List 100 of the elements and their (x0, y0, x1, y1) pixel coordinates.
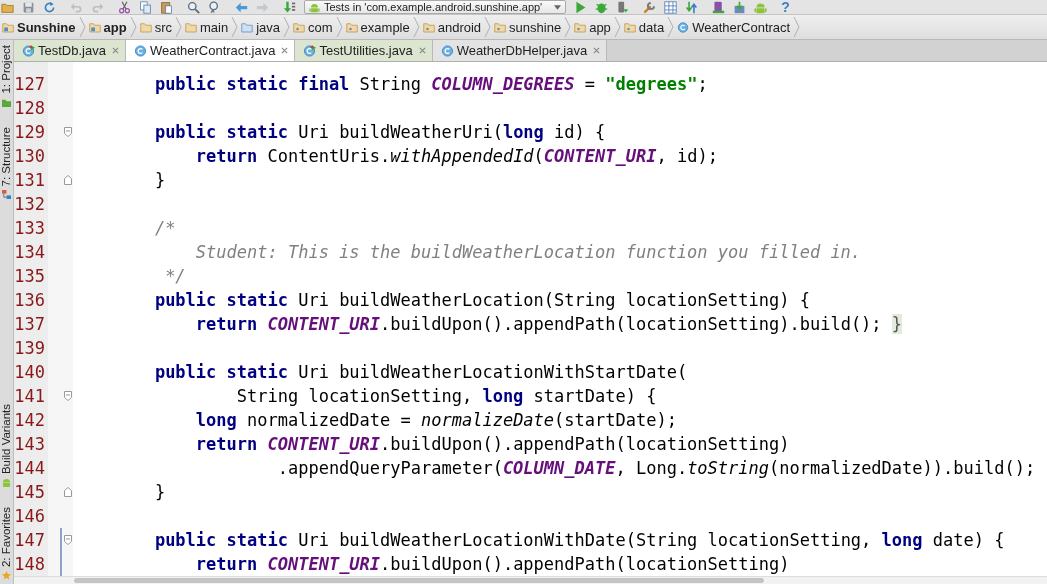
fold-marker-icon[interactable] (64, 391, 72, 401)
package-folder-icon (623, 21, 636, 33)
editor-tab[interactable]: WeatherDbHelper.java (432, 40, 608, 61)
horizontal-scrollbar[interactable] (14, 576, 1047, 584)
editor-tab[interactable]: TestDb.java (14, 40, 126, 61)
class-icon (677, 21, 690, 33)
magnifier-ribbon-icon[interactable] (208, 0, 221, 14)
scissors-icon[interactable] (118, 0, 131, 14)
documents-icon[interactable] (139, 0, 152, 14)
breadcrumb-item[interactable]: src (139, 19, 172, 35)
android-icon (309, 1, 320, 13)
box-arrow-icon[interactable] (733, 0, 747, 14)
editor-tab[interactable]: WeatherContract.java (125, 40, 296, 61)
search-icon[interactable] (187, 0, 200, 14)
code-line: return CONTENT_URI.buildUpon().appendPath(locationSetting) (195, 433, 790, 456)
breadcrumb-item[interactable]: main (185, 19, 229, 35)
folder-icon (2, 97, 11, 107)
code-line: String locationSetting, long startDate) { (236, 385, 657, 408)
breadcrumb-item[interactable]: sunshine (494, 19, 562, 35)
code-line: } (154, 169, 166, 192)
line-number: 130 (14, 145, 45, 168)
line-number: 136 (14, 289, 45, 312)
phone-arrow-icon[interactable] (616, 0, 630, 14)
line-number: 141 (14, 385, 45, 408)
fold-marker-icon[interactable] (64, 535, 72, 545)
device-icon[interactable] (712, 0, 726, 14)
folder-icon (185, 21, 197, 33)
package-folder-icon (293, 21, 306, 33)
breadcrumb-item[interactable]: WeatherContract (677, 19, 791, 35)
android-icon[interactable] (754, 0, 768, 14)
close-icon[interactable] (593, 47, 601, 54)
folder-icon (139, 21, 152, 33)
left-arrow-icon[interactable] (235, 0, 248, 14)
clipboard-icon[interactable] (160, 0, 173, 14)
close-icon[interactable] (281, 47, 289, 54)
bug-icon[interactable] (595, 0, 609, 14)
editor-tab[interactable]: TestUtilities.java (295, 40, 433, 61)
code-line: return CONTENT_URI.buildUpon().appendPath(locationSetting).build(); } (195, 313, 903, 336)
circular-arrows-icon[interactable] (43, 0, 56, 14)
caret-icon (554, 4, 562, 10)
tool-window-button[interactable]: 7: Structure (0, 126, 13, 200)
code-line: /* (154, 217, 176, 240)
breadcrumb-item[interactable]: data (623, 19, 665, 35)
code-line: long normalizedDate = normalizeDate(startDate); (195, 409, 677, 432)
folder-icon (241, 21, 254, 33)
wrench-icon[interactable] (643, 0, 657, 14)
line-number: 147 (14, 529, 45, 552)
fold-marker-icon[interactable] (64, 175, 72, 185)
line-number: 142 (14, 409, 45, 432)
breadcrumb-item[interactable]: com (293, 19, 333, 35)
tool-window-button[interactable]: 2: Favorites (0, 506, 13, 580)
vertical-arrows-icon[interactable] (685, 0, 699, 14)
breadcrumb-item[interactable]: example (345, 19, 410, 35)
line-number: 129 (14, 121, 45, 144)
line-number: 145 (14, 481, 45, 504)
close-icon[interactable] (111, 47, 119, 54)
line-number: 135 (14, 265, 45, 288)
line-number: 127 (14, 73, 45, 96)
line-number: 146 (14, 505, 45, 528)
package-folder-icon (422, 21, 435, 33)
tool-window-button[interactable]: Build Variants (0, 403, 13, 487)
fold-marker-icon[interactable] (64, 487, 72, 497)
code-line: return ContentUris.withAppendedId(CONTENT_URI, id); (195, 145, 718, 168)
line-number: 128 (14, 97, 45, 120)
class-icon (440, 44, 454, 57)
breadcrumb-item[interactable]: Sunshine (2, 19, 76, 35)
tool-window-button[interactable]: 1: Project (0, 45, 13, 107)
line-number: 144 (14, 457, 45, 480)
test-class-icon (303, 44, 317, 57)
scrollbar-thumb[interactable] (74, 578, 764, 583)
down-arrow-icon[interactable] (283, 0, 296, 14)
code-line: Student: This is the buildWeatherLocation function you filled in. (195, 241, 862, 264)
line-number: 134 (14, 241, 45, 264)
module-folder-icon (88, 21, 101, 33)
hierarchy-icon (2, 190, 11, 200)
code-line: public static final String COLUMN_DEGREES = "degrees"; (154, 73, 708, 96)
fold-marker-icon[interactable] (64, 127, 72, 137)
line-number: 133 (14, 217, 45, 240)
breadcrumb-item[interactable]: android (422, 19, 482, 35)
package-folder-icon (574, 21, 587, 33)
line-number: 148 (14, 553, 45, 576)
code-line: .appendQueryParameter(COLUMN_DATE, Long.toString(normalizedDate)).build(); (277, 457, 1036, 480)
grid-icon[interactable] (664, 0, 678, 14)
code-line: public static Uri buildWeatherUri(long id) { (154, 121, 606, 144)
run-config-dropdown[interactable]: Tests in 'com.example.android.sunshine.app' (304, 0, 567, 14)
code-line: public static Uri buildWeatherLocationWithDate(String locationSetting, long date) { (154, 529, 1005, 552)
breadcrumb-item[interactable]: app (88, 19, 127, 35)
line-number: 139 (14, 337, 45, 360)
line-number: 140 (14, 361, 45, 384)
test-class-icon (22, 44, 35, 57)
line-number: 143 (14, 433, 45, 456)
code-line: } (154, 481, 166, 504)
class-icon (133, 44, 147, 57)
close-icon[interactable] (418, 47, 426, 54)
breadcrumb-item[interactable]: app (574, 19, 611, 35)
project-folder-icon (2, 21, 14, 33)
android-icon (2, 477, 11, 487)
code-line: */ (165, 265, 186, 288)
code-line: public static Uri buildWeatherLocationWithStartDate( (154, 361, 688, 384)
breadcrumb-item[interactable]: java (241, 19, 281, 35)
